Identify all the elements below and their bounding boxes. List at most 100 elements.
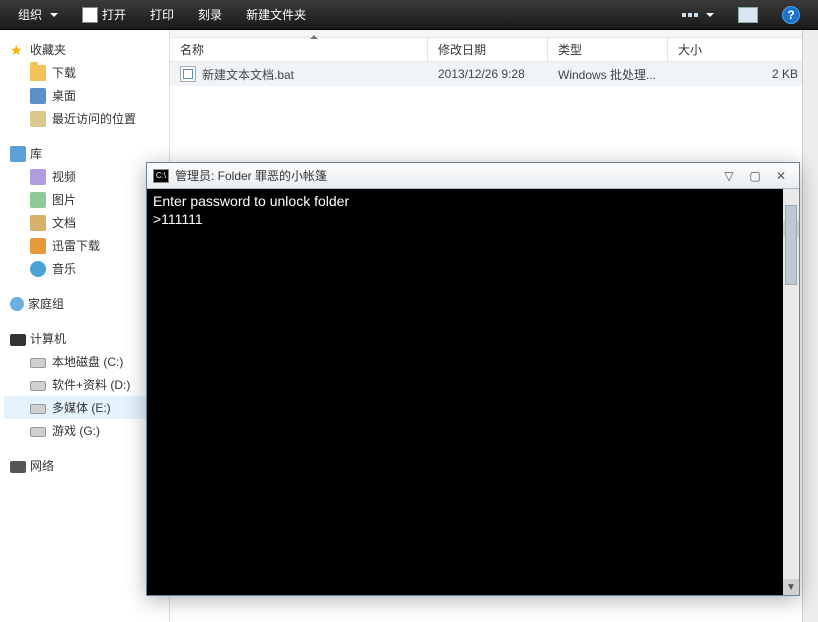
open-label: 打开 — [102, 6, 126, 23]
libraries-label: 库 — [30, 145, 42, 162]
item-label: 本地磁盘 (C:) — [52, 353, 123, 370]
sidebar-item-desktop[interactable]: 桌面 — [4, 84, 165, 107]
header-label: 类型 — [558, 41, 582, 58]
open-button[interactable]: 打开 — [70, 6, 138, 23]
music-icon — [30, 261, 46, 277]
sidebar-item-thunder[interactable]: 迅雷下载 — [4, 234, 165, 257]
scroll-thumb[interactable] — [785, 205, 797, 285]
thunder-icon — [30, 238, 46, 254]
computer-group[interactable]: 计算机 — [4, 327, 165, 350]
item-label: 最近访问的位置 — [52, 110, 136, 127]
item-label: 音乐 — [52, 260, 76, 277]
file-type: Windows 批处理... — [558, 66, 656, 83]
batch-file-icon — [180, 66, 196, 82]
column-header-name[interactable]: 名称 — [170, 38, 428, 61]
column-headers: 名称 修改日期 类型 大小 — [170, 38, 818, 62]
file-date: 2013/12/26 9:28 — [438, 67, 525, 81]
network-group[interactable]: 网络 — [4, 454, 165, 477]
video-icon — [30, 169, 46, 185]
file-size: 2 KB — [772, 67, 798, 81]
desktop-icon — [30, 88, 46, 104]
homegroup-icon — [10, 297, 24, 311]
print-label: 打印 — [150, 6, 174, 23]
network-label: 网络 — [30, 457, 54, 474]
libraries-group[interactable]: 库 — [4, 142, 165, 165]
preview-pane-icon — [738, 7, 758, 23]
column-header-type[interactable]: 类型 — [548, 38, 668, 61]
homegroup-label: 家庭组 — [28, 295, 64, 312]
header-label: 修改日期 — [438, 41, 486, 58]
scroll-down-icon[interactable]: ▼ — [783, 579, 799, 595]
favorites-label: 收藏夹 — [30, 41, 66, 58]
close-button[interactable]: ✕ — [769, 167, 793, 185]
item-label: 文档 — [52, 214, 76, 231]
burn-label: 刻录 — [198, 6, 222, 23]
view-icon — [682, 13, 698, 17]
cmd-body[interactable]: Enter password to unlock folder >111111 … — [147, 189, 799, 595]
preview-pane-button[interactable] — [726, 7, 770, 23]
sidebar-item-videos[interactable]: 视频 — [4, 165, 165, 188]
item-label: 游戏 (G:) — [52, 422, 100, 439]
computer-label: 计算机 — [30, 330, 66, 347]
item-label: 桌面 — [52, 87, 76, 104]
cmd-output-line: Enter password to unlock folder — [153, 193, 349, 209]
help-icon: ? — [782, 6, 800, 24]
view-menu[interactable] — [670, 11, 726, 19]
column-header-date[interactable]: 修改日期 — [428, 38, 548, 61]
minimize-button[interactable]: ▽ — [717, 167, 741, 185]
disk-icon — [30, 427, 46, 437]
navigation-pane: ★收藏夹 下载 桌面 最近访问的位置 库 视频 图片 文档 迅雷下载 音乐 家庭… — [0, 30, 170, 622]
scrollbar-vertical[interactable] — [802, 30, 818, 622]
header-label: 名称 — [180, 41, 204, 58]
item-label: 视频 — [52, 168, 76, 185]
sidebar-item-pictures[interactable]: 图片 — [4, 188, 165, 211]
organize-menu[interactable]: 组织 — [6, 6, 70, 23]
recent-icon — [30, 111, 46, 127]
sidebar-item-disk-d[interactable]: 软件+资料 (D:) — [4, 373, 165, 396]
column-header-size[interactable]: 大小 — [668, 38, 818, 61]
sidebar-item-downloads[interactable]: 下载 — [4, 61, 165, 84]
sidebar-item-disk-c[interactable]: 本地磁盘 (C:) — [4, 350, 165, 373]
sidebar-item-documents[interactable]: 文档 — [4, 211, 165, 234]
burn-button[interactable]: 刻录 — [186, 6, 234, 23]
computer-icon — [10, 334, 26, 346]
disk-icon — [30, 358, 46, 368]
disk-icon — [30, 381, 46, 391]
sidebar-item-recent[interactable]: 最近访问的位置 — [4, 107, 165, 130]
folder-icon — [30, 65, 46, 81]
help-button[interactable]: ? — [770, 6, 812, 24]
newfolder-button[interactable]: 新建文件夹 — [234, 6, 318, 23]
item-label: 迅雷下载 — [52, 237, 100, 254]
newfolder-label: 新建文件夹 — [246, 6, 306, 23]
item-label: 图片 — [52, 191, 76, 208]
cmd-input-line: >111111 — [153, 211, 203, 227]
cmd-titlebar[interactable]: C:\ 管理员: Folder 罪恶的小帐篷 ▽ ▢ ✕ — [147, 163, 799, 189]
explorer-toolbar: 组织 打开 打印 刻录 新建文件夹 ? — [0, 0, 818, 30]
file-row[interactable]: 新建文本文档.bat 2013/12/26 9:28 Windows 批处理..… — [170, 62, 818, 86]
organize-label: 组织 — [18, 6, 42, 23]
print-button[interactable]: 打印 — [138, 6, 186, 23]
cmd-title-text: 管理员: Folder 罪恶的小帐篷 — [175, 167, 327, 184]
sidebar-item-music[interactable]: 音乐 — [4, 257, 165, 280]
homegroup-group[interactable]: 家庭组 — [4, 292, 165, 315]
maximize-button[interactable]: ▢ — [743, 167, 767, 185]
sidebar-item-disk-g[interactable]: 游戏 (G:) — [4, 419, 165, 442]
network-icon — [10, 461, 26, 473]
star-icon: ★ — [10, 42, 26, 58]
header-label: 大小 — [678, 41, 702, 58]
picture-icon — [30, 192, 46, 208]
disk-icon — [30, 404, 46, 414]
favorites-group[interactable]: ★收藏夹 — [4, 38, 165, 61]
item-label: 多媒体 (E:) — [52, 399, 111, 416]
sort-indicator-icon — [310, 31, 318, 39]
command-prompt-window: C:\ 管理员: Folder 罪恶的小帐篷 ▽ ▢ ✕ Enter passw… — [146, 162, 800, 596]
cmd-scrollbar[interactable]: ▲ ▼ — [783, 189, 799, 595]
item-label: 软件+资料 (D:) — [52, 376, 130, 393]
open-icon — [82, 7, 98, 23]
file-name: 新建文本文档.bat — [202, 66, 294, 83]
library-icon — [10, 146, 26, 162]
document-icon — [30, 215, 46, 231]
item-label: 下载 — [52, 64, 76, 81]
sidebar-item-disk-e[interactable]: 多媒体 (E:) — [4, 396, 165, 419]
cmd-icon: C:\ — [153, 169, 169, 183]
